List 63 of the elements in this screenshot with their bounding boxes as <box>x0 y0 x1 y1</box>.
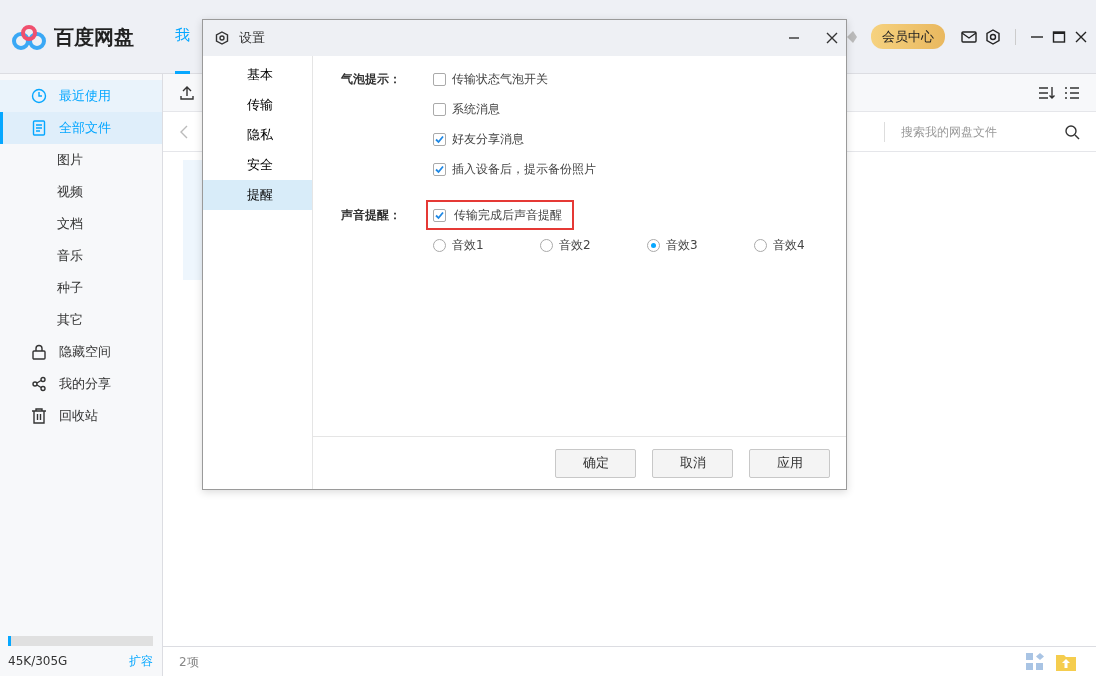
dialog-title: 设置 <box>239 29 265 48</box>
radio-label: 音效4 <box>773 237 805 254</box>
dialog-button[interactable]: 取消 <box>652 448 733 478</box>
cloud-logo-icon <box>12 23 46 50</box>
sidebar-subitem[interactable]: 音乐 <box>0 240 162 272</box>
dialog-button[interactable]: 确定 <box>555 448 636 478</box>
checkbox[interactable] <box>433 72 446 86</box>
back-icon[interactable] <box>179 123 189 140</box>
share-icon <box>31 376 47 392</box>
section-label: 气泡提示： <box>341 71 401 88</box>
section-label: 声音提醒： <box>341 207 401 224</box>
settings-icon <box>215 31 229 45</box>
sidebar-subitem[interactable]: 其它 <box>0 304 162 336</box>
checkbox[interactable] <box>433 162 446 176</box>
sort-icon[interactable] <box>1038 84 1056 101</box>
sidebar-subitem[interactable]: 文档 <box>0 208 162 240</box>
checkbox-label: 系统消息 <box>452 101 500 118</box>
lock-icon <box>31 344 47 360</box>
dialog-button[interactable]: 应用 <box>749 448 830 478</box>
settings-icon[interactable] <box>985 28 1001 45</box>
checkbox[interactable] <box>433 208 446 222</box>
radio-label: 音效2 <box>559 237 591 254</box>
settings-nav-item[interactable]: 隐私 <box>203 120 312 150</box>
checkbox-label: 传输完成后声音提醒 <box>454 207 562 224</box>
close-icon[interactable] <box>1074 29 1088 44</box>
sidebar-subitem[interactable]: 图片 <box>0 144 162 176</box>
mail-icon[interactable] <box>961 29 977 44</box>
search-icon[interactable] <box>1064 123 1080 140</box>
radio-button[interactable] <box>754 238 767 252</box>
radio-button[interactable] <box>540 238 553 252</box>
radio-label: 音效3 <box>666 237 698 254</box>
radio-label: 音效1 <box>452 237 484 254</box>
checkbox[interactable] <box>433 132 446 146</box>
upload-icon[interactable] <box>179 84 195 101</box>
maximize-icon[interactable] <box>1052 29 1066 44</box>
checkmark-icon <box>435 134 444 144</box>
sidebar-subitem[interactable]: 种子 <box>0 272 162 304</box>
settings-nav-item[interactable]: 提醒 <box>203 180 312 210</box>
settings-nav-item[interactable]: 传输 <box>203 90 312 120</box>
checkbox[interactable] <box>433 102 446 116</box>
item-count-text: 2项 <box>179 653 199 671</box>
sidebar-item[interactable]: 我的分享 <box>0 368 162 400</box>
checkmark-icon <box>435 164 444 174</box>
file-tile[interactable] <box>183 160 202 280</box>
trash-icon <box>31 408 47 424</box>
sidebar-item[interactable]: 隐藏空间 <box>0 336 162 368</box>
radio-button[interactable] <box>433 238 446 252</box>
radio-button[interactable] <box>647 238 660 252</box>
checkbox-label: 传输状态气泡开关 <box>452 71 548 88</box>
sidebar-subitem[interactable]: 视频 <box>0 176 162 208</box>
document-icon <box>31 120 47 136</box>
app-logo-text: 百度网盘 <box>54 23 134 51</box>
clock-icon <box>31 88 47 104</box>
checkmark-icon <box>435 210 444 220</box>
vip-center-button[interactable]: 会员中心 <box>871 23 945 50</box>
settings-nav-item[interactable]: 基本 <box>203 60 312 90</box>
checkbox-label: 好友分享消息 <box>452 131 524 148</box>
close-icon[interactable] <box>826 32 838 44</box>
settings-nav-item[interactable]: 安全 <box>203 150 312 180</box>
storage-usage-text: 45K/305G <box>8 653 68 670</box>
checkbox-label: 插入设备后，提示备份照片 <box>452 161 596 178</box>
list-view-icon[interactable] <box>1064 84 1080 101</box>
sidebar-item[interactable]: 回收站 <box>0 400 162 432</box>
